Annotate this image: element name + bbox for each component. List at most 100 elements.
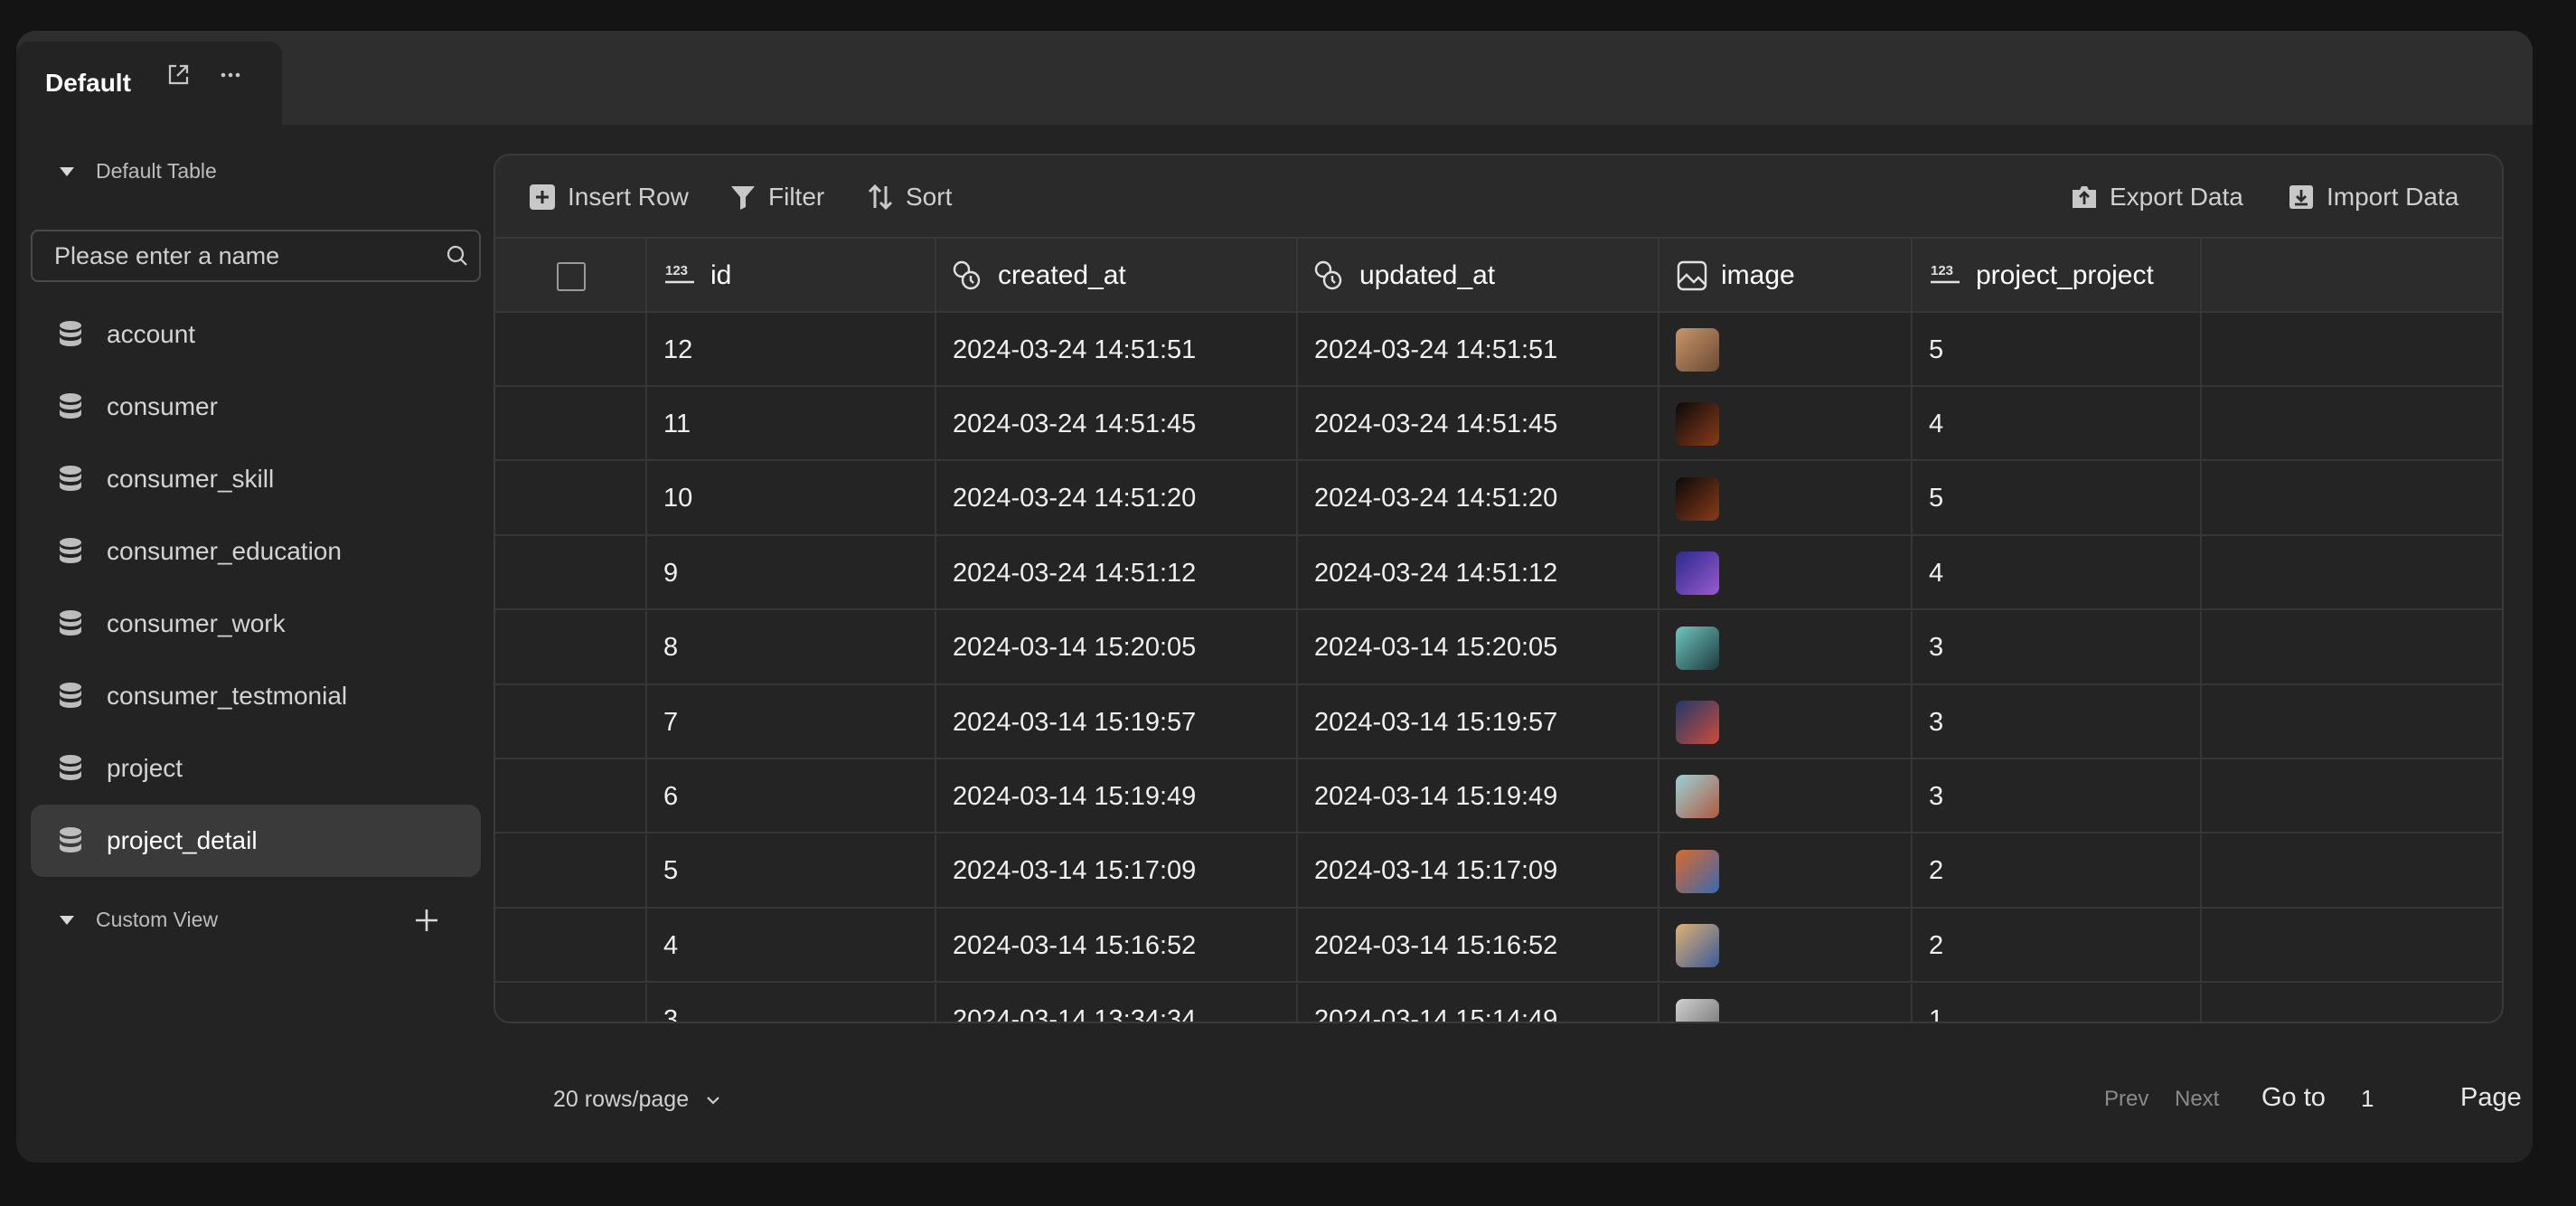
row-select-cell[interactable] [495, 909, 647, 984]
cell-id[interactable]: 9 [647, 536, 936, 611]
cell-updated-at[interactable]: 2024-03-24 14:51:51 [1298, 313, 1659, 387]
cell-updated-at[interactable]: 2024-03-14 15:17:09 [1298, 834, 1659, 909]
cell-id[interactable]: 4 [647, 909, 936, 984]
cell-updated-at[interactable]: 2024-03-24 14:51:12 [1298, 536, 1659, 611]
table-row[interactable]: 7 2024-03-14 15:19:57 2024-03-14 15:19:57 3 [495, 685, 2502, 759]
cell-project-project[interactable]: 2 [1913, 909, 2202, 984]
column-header-id[interactable]: 123 id [647, 239, 936, 313]
image-cell[interactable] [1659, 313, 1913, 387]
cell-created-at[interactable]: 2024-03-14 15:19:57 [936, 685, 1298, 759]
row-select-cell[interactable] [495, 685, 647, 759]
sort-button[interactable]: Sort [866, 179, 952, 215]
cell-id[interactable]: 3 [647, 983, 936, 1022]
column-header-image[interactable]: image [1659, 239, 1913, 313]
custom-view-section-toggle[interactable]: Custom View [52, 908, 218, 932]
column-header-updated-at[interactable]: updated_at [1298, 239, 1659, 313]
open-external-icon[interactable] [165, 61, 192, 89]
row-select-cell[interactable] [495, 834, 647, 909]
cell-id[interactable]: 10 [647, 461, 936, 536]
cell-project-project[interactable]: 2 [1913, 834, 2202, 909]
table-row[interactable]: 10 2024-03-24 14:51:20 2024-03-24 14:51:20… [495, 461, 2502, 536]
image-cell[interactable] [1659, 759, 1913, 834]
default-table-section-toggle[interactable]: Default Table [52, 159, 217, 184]
cell-updated-at[interactable]: 2024-03-14 15:19:49 [1298, 759, 1659, 834]
image-thumbnail[interactable] [1676, 775, 1719, 819]
cell-project-project[interactable]: 4 [1913, 536, 2202, 611]
image-cell[interactable] [1659, 685, 1913, 759]
cell-project-project[interactable]: 5 [1913, 461, 2202, 536]
image-thumbnail[interactable] [1676, 402, 1719, 447]
cell-created-at[interactable]: 2024-03-14 15:16:52 [936, 909, 1298, 984]
sidebar-item-consumer-work[interactable]: consumer_work [31, 588, 481, 660]
cell-created-at[interactable]: 2024-03-24 14:51:20 [936, 461, 1298, 536]
table-row[interactable]: 8 2024-03-14 15:20:05 2024-03-14 15:20:05 3 [495, 610, 2502, 685]
image-thumbnail[interactable] [1676, 328, 1719, 372]
image-thumbnail[interactable] [1676, 849, 1719, 893]
row-select-cell[interactable] [495, 387, 647, 462]
cell-updated-at[interactable]: 2024-03-24 14:51:20 [1298, 461, 1659, 536]
search-icon[interactable] [445, 243, 470, 269]
cell-updated-at[interactable]: 2024-03-24 14:51:45 [1298, 387, 1659, 462]
sidebar-item-consumer[interactable]: consumer [31, 371, 481, 443]
next-page-button[interactable]: Next [2175, 1087, 2219, 1112]
sidebar-item-consumer-testmonial[interactable]: consumer_testmonial [31, 660, 481, 732]
cell-project-project[interactable]: 1 [1913, 983, 2202, 1022]
cell-id[interactable]: 11 [647, 387, 936, 462]
sidebar-item-account[interactable]: account [31, 298, 481, 371]
cell-updated-at[interactable]: 2024-03-14 15:19:57 [1298, 685, 1659, 759]
cell-updated-at[interactable]: 2024-03-14 15:14:49 [1298, 983, 1659, 1022]
image-cell[interactable] [1659, 983, 1913, 1022]
row-select-cell[interactable] [495, 983, 647, 1022]
table-row[interactable]: 5 2024-03-14 15:17:09 2024-03-14 15:17:09 2 [495, 834, 2502, 909]
image-thumbnail[interactable] [1676, 626, 1719, 670]
cell-id[interactable]: 12 [647, 313, 936, 387]
sidebar-item-consumer-skill[interactable]: consumer_skill [31, 443, 481, 515]
row-select-cell[interactable] [495, 536, 647, 611]
cell-created-at[interactable]: 2024-03-14 15:19:49 [936, 759, 1298, 834]
sidebar-item-project[interactable]: project [31, 732, 481, 805]
cell-updated-at[interactable]: 2024-03-14 15:20:05 [1298, 610, 1659, 685]
cell-created-at[interactable]: 2024-03-14 15:17:09 [936, 834, 1298, 909]
image-thumbnail[interactable] [1676, 476, 1719, 521]
cell-id[interactable]: 6 [647, 759, 936, 834]
cell-created-at[interactable]: 2024-03-24 14:51:45 [936, 387, 1298, 462]
cell-created-at[interactable]: 2024-03-24 14:51:51 [936, 313, 1298, 387]
image-thumbnail[interactable] [1676, 998, 1719, 1022]
cell-updated-at[interactable]: 2024-03-14 15:16:52 [1298, 909, 1659, 984]
filter-button[interactable]: Filter [729, 179, 824, 215]
cell-created-at[interactable]: 2024-03-24 14:51:12 [936, 536, 1298, 611]
table-search-input[interactable] [54, 231, 434, 280]
cell-id[interactable]: 8 [647, 610, 936, 685]
table-row[interactable]: 11 2024-03-24 14:51:45 2024-03-24 14:51:45… [495, 387, 2502, 462]
image-cell[interactable] [1659, 536, 1913, 611]
select-all-checkbox[interactable] [557, 262, 586, 291]
prev-page-button[interactable]: Prev [2104, 1087, 2148, 1112]
row-select-cell[interactable] [495, 759, 647, 834]
more-options-icon[interactable] [217, 61, 244, 89]
rows-per-page-select[interactable]: 20 rows/page [553, 1087, 721, 1113]
import-data-button[interactable]: Import Data [2287, 179, 2458, 215]
cell-project-project[interactable]: 3 [1913, 759, 2202, 834]
page-number-input[interactable] [2345, 1078, 2426, 1119]
sidebar-item-consumer-education[interactable]: consumer_education [31, 515, 481, 588]
cell-created-at[interactable]: 2024-03-14 15:20:05 [936, 610, 1298, 685]
image-cell[interactable] [1659, 834, 1913, 909]
insert-row-button[interactable]: Insert Row [528, 179, 689, 215]
column-header-project-project[interactable]: 123 project_project [1913, 239, 2202, 313]
image-thumbnail[interactable] [1676, 701, 1719, 744]
table-row[interactable]: 9 2024-03-24 14:51:12 2024-03-24 14:51:12 4 [495, 536, 2502, 611]
image-thumbnail[interactable] [1676, 551, 1719, 596]
table-row[interactable]: 4 2024-03-14 15:16:52 2024-03-14 15:16:52 2 [495, 909, 2502, 984]
sidebar-item-project-detail[interactable]: project_detail [31, 805, 481, 877]
cell-project-project[interactable]: 3 [1913, 610, 2202, 685]
cell-project-project[interactable]: 3 [1913, 685, 2202, 759]
table-row[interactable]: 3 2024-03-14 13:34:34 2024-03-14 15:14:49 1 [495, 983, 2502, 1022]
image-cell[interactable] [1659, 610, 1913, 685]
add-view-icon[interactable] [410, 904, 443, 937]
cell-id[interactable]: 5 [647, 834, 936, 909]
image-cell[interactable] [1659, 387, 1913, 462]
cell-id[interactable]: 7 [647, 685, 936, 759]
cell-project-project[interactable]: 5 [1913, 313, 2202, 387]
image-cell[interactable] [1659, 461, 1913, 536]
image-thumbnail[interactable] [1676, 924, 1719, 968]
